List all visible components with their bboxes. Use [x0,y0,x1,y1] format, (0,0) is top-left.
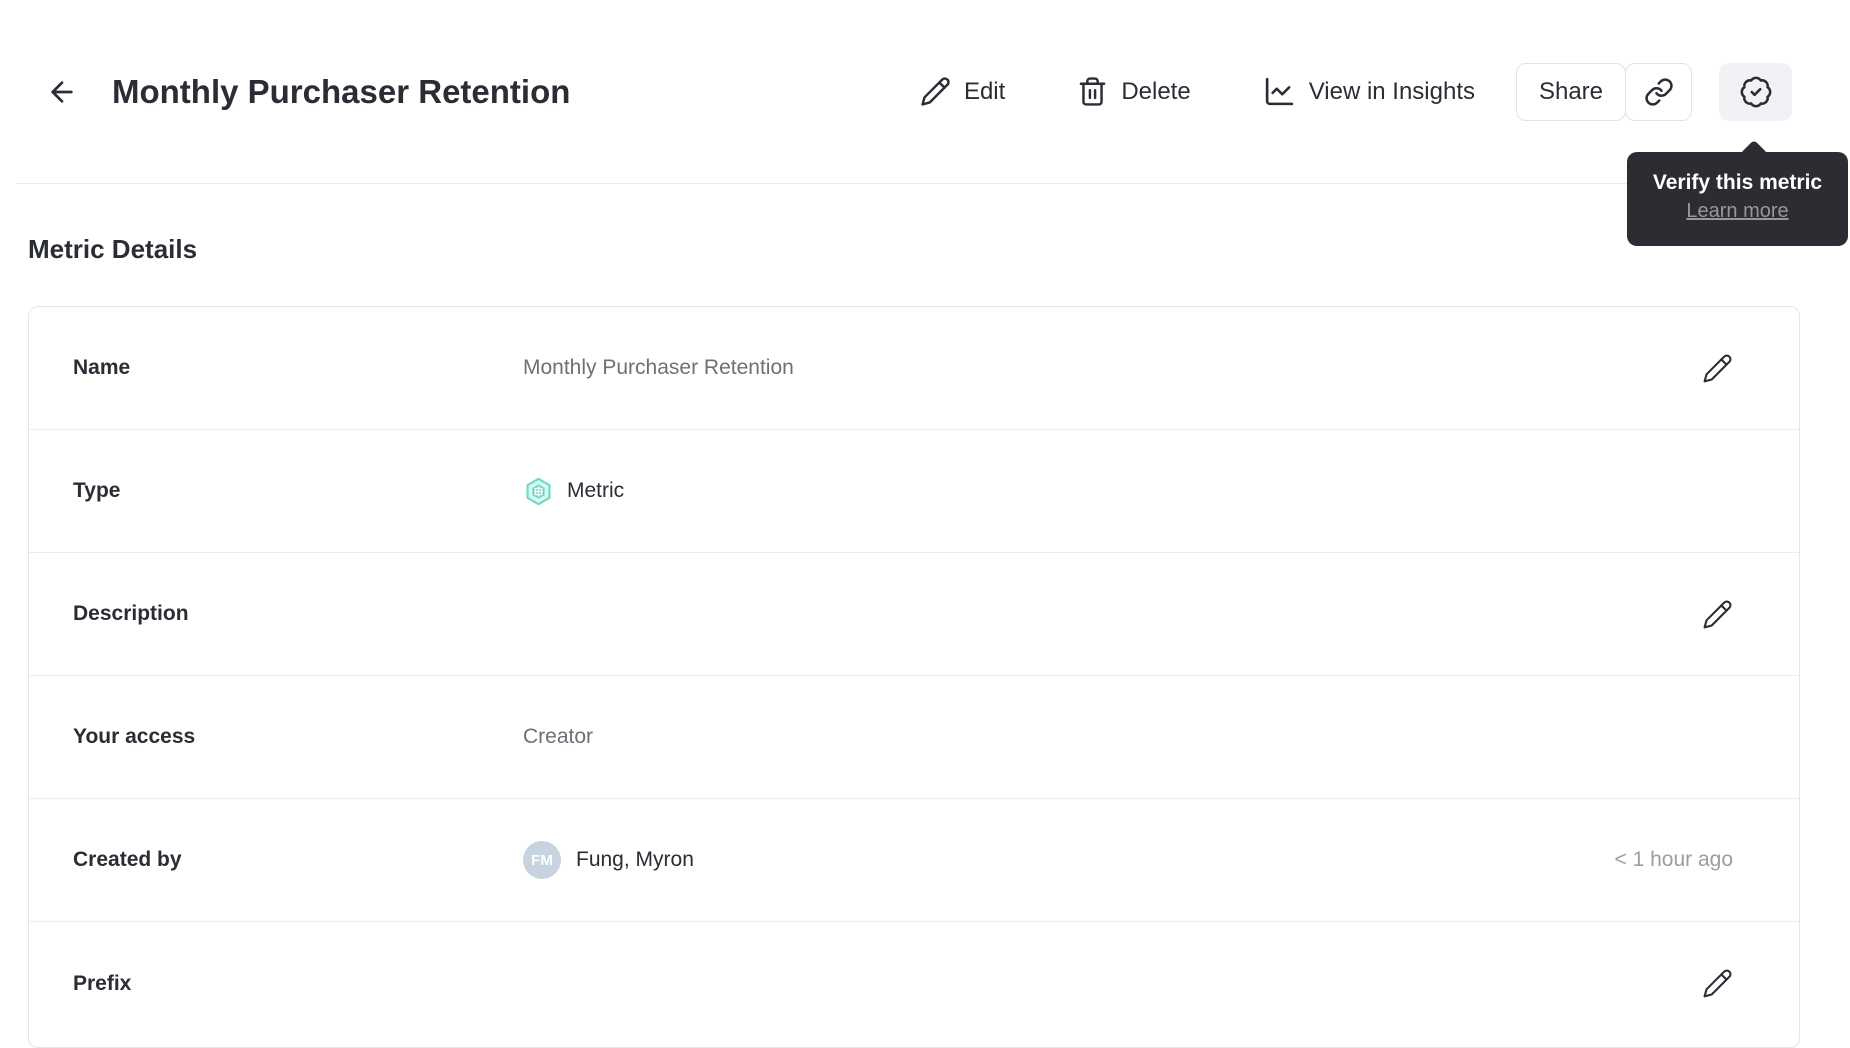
row-label: Type [73,479,121,502]
row-label: Name [73,356,131,379]
row-value: Metric [523,476,1733,507]
detail-row-name: Name Monthly Purchaser Retention [29,307,1799,430]
avatar: FM [523,841,561,879]
verified-badge-icon [1739,75,1773,109]
edit-description-button[interactable] [1701,598,1733,630]
detail-row-your-access: Your access Creator [29,676,1799,799]
edit-name-button[interactable] [1701,352,1733,384]
row-value: FM Fung, Myron [523,841,1614,879]
detail-row-created-by: Created by FM Fung, Myron < 1 hour ago [29,799,1799,922]
verify-metric-tooltip: Verify this metric Learn more [1627,152,1848,246]
delete-button-label: Delete [1121,77,1191,105]
view-in-insights-button[interactable]: View in Insights [1263,75,1475,108]
line-chart-icon [1263,75,1296,108]
share-button-label: Share [1538,77,1604,105]
page-title: Monthly Purchaser Retention [112,72,571,110]
row-label: Prefix [73,971,132,995]
metric-details-card: Name Monthly Purchaser Retention Type Me… [28,306,1800,1048]
trash-icon [1077,76,1108,107]
detail-row-type: Type Metric [29,430,1799,553]
arrow-left-icon [46,76,78,108]
view-in-insights-label: View in Insights [1308,77,1475,105]
edit-prefix-button[interactable] [1701,968,1733,1000]
row-value: Creator [523,725,594,748]
section-title: Metric Details [28,234,198,264]
verify-metric-button[interactable] [1719,62,1792,121]
edit-button-label: Edit [963,77,1006,105]
type-value-label: Metric [567,479,625,502]
link-icon [1644,77,1674,107]
row-label: Description [73,602,189,625]
back-button[interactable] [45,75,79,109]
edit-button[interactable]: Edit [920,76,1005,107]
delete-button[interactable]: Delete [1077,76,1191,107]
pencil-icon [1702,599,1733,630]
detail-row-prefix: Prefix [29,922,1799,1045]
copy-link-button[interactable] [1625,62,1692,121]
learn-more-link[interactable]: Learn more [1686,197,1788,225]
pencil-icon [1702,353,1733,384]
page-header: Monthly Purchaser Retention Edit Delete … [0,0,1850,183]
pencil-icon [920,76,951,107]
creator-name: Fung, Myron [576,848,694,871]
teal-hexagon-icon [523,476,554,507]
created-timestamp: < 1 hour ago [1614,848,1733,871]
detail-row-description: Description [29,553,1799,676]
row-value: Monthly Purchaser Retention [523,356,794,379]
header-divider [16,183,1834,184]
share-button[interactable]: Share [1516,62,1626,121]
tooltip-title: Verify this metric [1652,171,1823,194]
pencil-icon [1702,968,1733,999]
row-label: Created by [73,848,182,871]
row-label: Your access [73,725,196,748]
